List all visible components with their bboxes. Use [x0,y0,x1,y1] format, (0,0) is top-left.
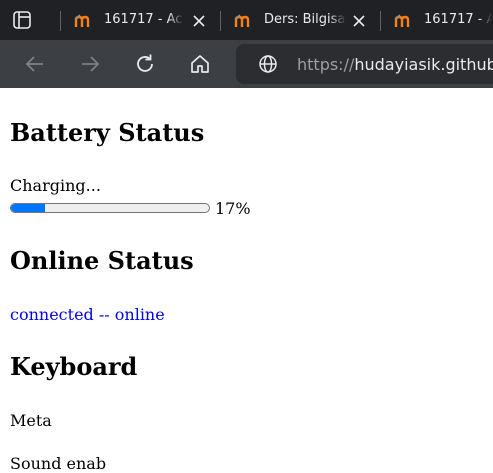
url-host: hudayiasik.github. [354,55,493,74]
globe-icon[interactable] [258,54,278,74]
tab-title: 161717 - A [424,12,492,27]
forward-arrow-icon[interactable] [79,53,101,75]
browser-toolbar: https://hudayiasik.github. [0,40,493,88]
battery-progress-fill [11,204,45,212]
close-tab-icon[interactable] [192,14,206,28]
tab-actions-icon[interactable] [12,10,32,30]
battery-level-label: 17% [215,199,251,218]
battery-heading: Battery Status [10,118,205,147]
moodle-favicon-icon [74,14,90,27]
tab-2[interactable]: Ders: Bilgisa [220,5,380,37]
back-arrow-icon[interactable] [24,53,46,75]
tab-separator [60,11,61,31]
online-heading: Online Status [10,246,194,275]
moodle-favicon-icon [394,14,410,27]
page-content: Battery Status Charging... 17% Online St… [10,88,493,473]
keyboard-key: Meta [10,411,52,430]
url-scheme: https:// [297,55,355,74]
keyboard-heading: Keyboard [10,352,138,381]
tab-title: 161717 - Ac [104,12,183,27]
close-tab-icon[interactable] [352,14,366,28]
refresh-icon[interactable] [134,53,156,75]
moodle-favicon-icon [234,14,250,27]
url-text: https://hudayiasik.github. [297,55,493,74]
address-bar[interactable]: https://hudayiasik.github. [236,44,493,84]
battery-state: Charging... [10,176,101,195]
battery-progress-bar [10,203,210,213]
keyboard-next-line: Sound enab [10,454,107,473]
tab-3[interactable]: 161717 - A [380,5,493,37]
home-icon[interactable] [189,53,211,75]
tab-separator [220,11,221,31]
tab-1[interactable]: 161717 - Ac [60,5,220,37]
tab-separator [380,11,381,31]
tab-title: Ders: Bilgisa [264,12,346,27]
tab-strip: 161717 - Ac Ders: Bilgisa 161717 - A [0,0,493,40]
online-status: connected -- online [10,305,165,324]
